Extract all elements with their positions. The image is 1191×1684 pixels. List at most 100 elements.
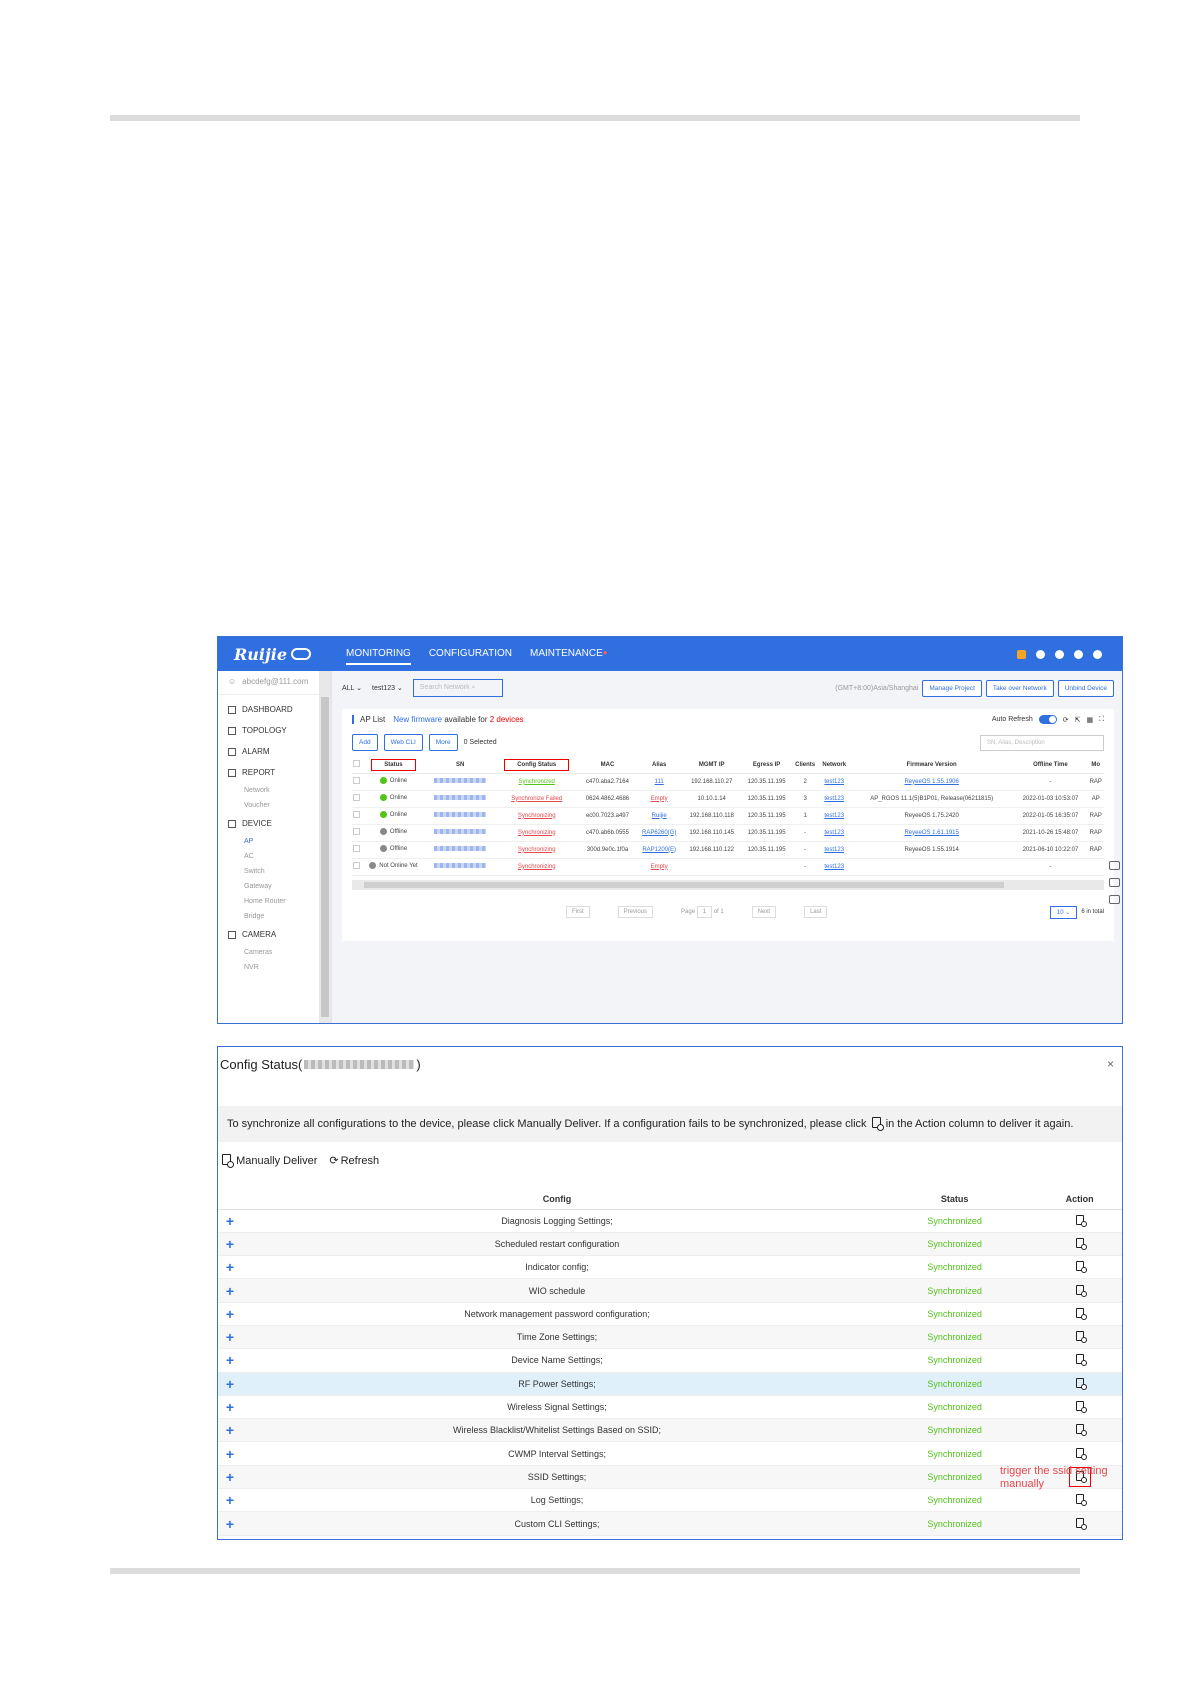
nav-monitoring[interactable]: MONITORING [346,644,411,665]
refresh-button[interactable]: ⟳ Refresh [329,1154,379,1168]
unbind-device-button[interactable]: Unbind Device [1057,679,1114,697]
row-checkbox-cell[interactable] [352,824,362,842]
first-page-button[interactable]: First [566,906,590,918]
nav-configuration[interactable]: CONFIGURATION [429,644,512,665]
deliver-action-icon[interactable] [1075,1237,1087,1250]
expand-icon[interactable]: + [218,1418,242,1443]
network-select[interactable]: test123 ⌄ [372,684,403,692]
horizontal-scrollbar[interactable] [352,879,1104,890]
masked-sn[interactable] [434,778,487,783]
network-link[interactable]: test123 [824,779,844,785]
more-button[interactable]: More [428,734,458,751]
sn-cell[interactable] [425,790,495,808]
network-cell[interactable]: test123 [818,773,850,791]
alias-cell[interactable]: 111 [636,773,683,791]
table-row[interactable]: + Time Zone Settings; Synchronized [218,1325,1122,1350]
action-cell[interactable] [1037,1395,1122,1420]
sidebar-item-topology[interactable]: TOPOLOGY [218,720,331,741]
table-row[interactable]: + Custom CLI Settings; Synchronized [218,1511,1122,1536]
row-checkbox-cell[interactable] [352,807,362,825]
config-status-link[interactable]: Synchronizing [518,813,556,819]
table-row[interactable]: + RF Power Settings; Synchronized [218,1372,1122,1396]
sidebar-item-dashboard[interactable]: DASHBOARD [218,699,331,720]
deliver-action-icon[interactable] [1075,1284,1087,1297]
sidebar-sub-voucher[interactable]: Voucher [218,798,331,813]
columns-icon[interactable]: ▦ [1086,716,1093,724]
table-row[interactable]: + Diagnosis Logging Settings; Synchronized [218,1209,1122,1233]
expand-icon[interactable]: + [218,1278,242,1303]
column-header-alias[interactable]: Alias [636,757,683,774]
table-row[interactable]: Online Synchronize Failed 0624.4862.4686 Em… [352,790,1104,808]
table-row[interactable]: + Scheduled restart configuration Synchron… [218,1232,1122,1257]
next-page-button[interactable]: Next [751,906,777,918]
sn-cell[interactable] [425,824,495,842]
table-row[interactable]: Online Synchronizing ec00.7023.a497 Ruijie 1… [352,807,1104,825]
table-row[interactable]: + WIO schedule Synchronized [218,1278,1122,1303]
expand-icon[interactable]: + [218,1395,242,1420]
action-cell[interactable] [1037,1209,1122,1233]
deliver-action-icon[interactable] [1075,1214,1087,1227]
config-status-link[interactable]: Synchronized [519,779,555,785]
table-row[interactable]: + SSID Settings; Synchronized [218,1465,1122,1490]
web-cli-button[interactable]: Web CLI [383,734,423,751]
expand-icon[interactable]: + [218,1465,242,1490]
action-cell[interactable] [1037,1348,1122,1373]
previous-page-button[interactable]: Previous [617,906,654,918]
network-cell[interactable]: test123 [818,858,850,876]
manually-deliver-button[interactable]: Manually Deliver [220,1154,317,1168]
expand-icon[interactable]: + [218,1255,242,1280]
ap-search-input[interactable]: SN, Alias, Description [980,734,1104,751]
network-link[interactable]: test123 [824,864,844,870]
alias-link[interactable]: Ruijie [652,813,667,819]
table-row[interactable]: + Log Settings; Synchronized [218,1488,1122,1513]
expand-icon[interactable]: + [218,1441,242,1466]
sidebar-item-report[interactable]: REPORT [218,762,331,783]
expand-icon[interactable]: + [218,1302,242,1326]
alias-link[interactable]: RAP6260(G) [642,830,676,836]
sn-cell[interactable] [425,841,495,859]
expand-icon[interactable]: + [218,1348,242,1373]
table-row[interactable]: Offline Synchronizing c470.ab6b.0555 RAP626… [352,824,1104,842]
deliver-action-icon[interactable] [1075,1424,1087,1437]
network-link[interactable]: test123 [824,847,844,853]
network-link[interactable]: test123 [824,813,844,819]
network-cell[interactable]: test123 [818,790,850,808]
stop-icon[interactable] [1036,649,1045,659]
close-icon[interactable]: × [1107,1057,1114,1071]
user-menu[interactable]: ☺ abcdefg@111.com [218,677,331,695]
sidebar-sub-cameras[interactable]: Cameras [218,945,331,960]
column-header-egress-ip[interactable]: Egress IP [741,757,792,774]
masked-sn[interactable] [434,863,487,868]
add-button[interactable]: Add [352,734,378,751]
refresh-icon[interactable]: ⟳ [1063,716,1069,724]
table-row[interactable]: + Network management password configurati… [218,1302,1122,1326]
config-status-cell[interactable]: Synchronizing [494,807,579,825]
row-checkbox-cell[interactable] [352,773,362,791]
action-cell[interactable] [1037,1418,1122,1443]
config-status-cell[interactable]: Synchronize Failed [494,790,579,808]
alias-link[interactable]: Empty [651,864,668,870]
sn-cell[interactable] [425,858,495,876]
firmware-cell[interactable]: ReyeeOS 1.55.1906 [849,773,1014,791]
masked-sn[interactable] [434,829,487,834]
row-checkbox-cell[interactable] [352,790,362,808]
sidebar-item-alarm[interactable]: ALARM [218,741,331,762]
masked-sn[interactable] [434,846,487,851]
sn-cell[interactable] [425,807,495,825]
table-row[interactable]: Online Synchronized c470.aba2.7164 111 192.1… [352,773,1104,791]
sidebar-item-device[interactable]: DEVICE [218,813,331,834]
config-status-cell[interactable]: Synchronized [494,773,579,791]
network-link[interactable]: test123 [824,830,844,836]
table-row[interactable]: + CWMP Interval Settings; Synchronized [218,1441,1122,1466]
row-checkbox[interactable] [353,845,361,852]
sidebar-sub-bridge[interactable]: Bridge [218,909,331,924]
config-status-cell[interactable]: Synchronizing [494,841,579,859]
alias-link[interactable]: RAP1200(E) [642,847,676,853]
table-row[interactable]: + Wireless Signal Settings; Synchronized [218,1395,1122,1420]
alias-link[interactable]: Empty [651,796,668,802]
row-checkbox[interactable] [353,862,361,869]
action-cell[interactable] [1037,1255,1122,1280]
user-icon[interactable] [1093,649,1102,659]
deliver-action-icon[interactable] [1075,1401,1087,1414]
headset-icon[interactable] [1109,895,1120,904]
